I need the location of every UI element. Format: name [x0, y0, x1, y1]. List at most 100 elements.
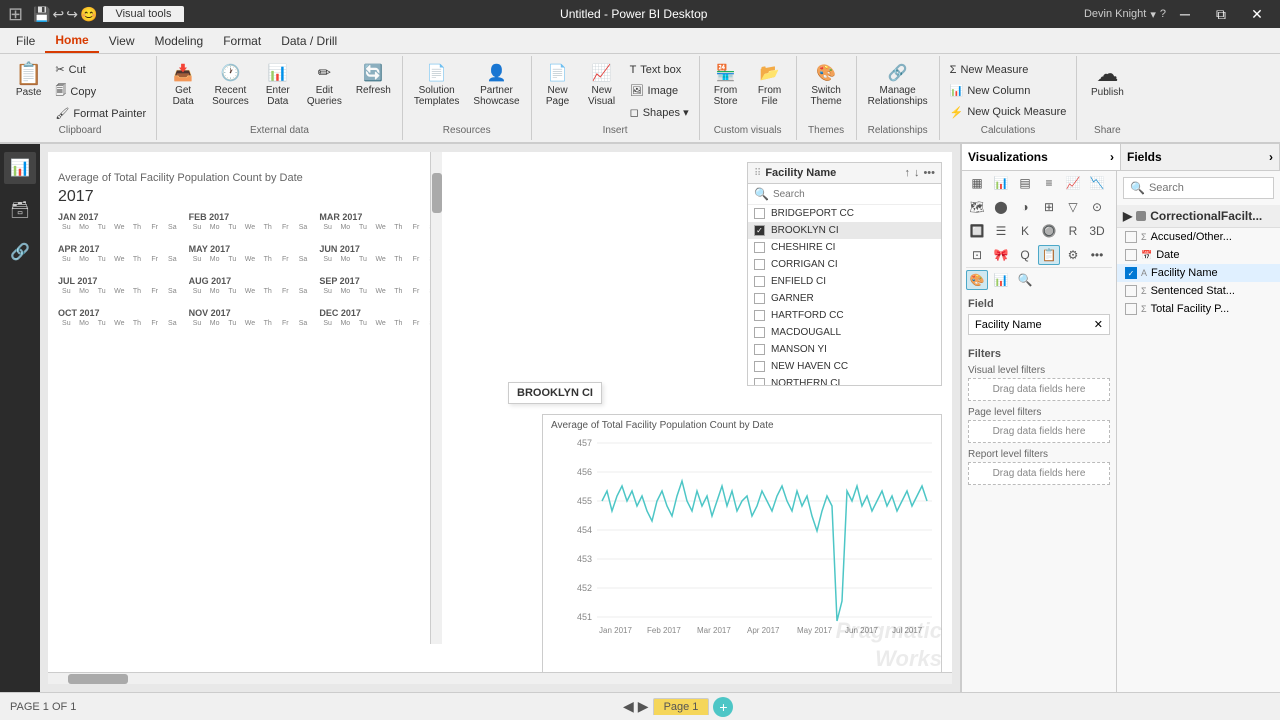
page-1-tab[interactable]: Page 1 — [653, 698, 710, 715]
tab-file[interactable]: File — [6, 30, 45, 52]
visual-tools-tab[interactable]: Visual tools — [103, 6, 183, 22]
slicer-item-hartford[interactable]: HARTFORD CC — [748, 307, 941, 324]
slicer-item-newhaven[interactable]: NEW HAVEN CC — [748, 358, 941, 375]
get-data-btn[interactable]: 📥 GetData — [163, 60, 203, 110]
slicer-search-input[interactable] — [773, 189, 935, 200]
slicer-sort-asc-icon[interactable]: ↑ — [904, 167, 910, 179]
manage-relationships-btn[interactable]: 🔗 ManageRelationships — [863, 60, 933, 110]
data-view-icon[interactable]: 🗃 — [4, 194, 36, 226]
new-page-btn[interactable]: 📄 NewPage — [538, 60, 578, 110]
viz-icon-stacked-bar[interactable]: ▤ — [1014, 173, 1036, 193]
viz-icon-line[interactable]: 📈 — [1062, 173, 1084, 193]
slicer-cb-newhaven[interactable] — [754, 361, 765, 372]
viz-icon-multirow[interactable]: ☰ — [990, 221, 1012, 241]
viz-icon-kpi[interactable]: K — [1014, 221, 1036, 241]
slicer-cb-manson[interactable] — [754, 344, 765, 355]
cut-btn[interactable]: ✂ Cut — [51, 61, 150, 78]
new-visual-btn[interactable]: 📈 NewVisual — [582, 60, 622, 110]
field-tree-root[interactable]: ▶ CorrectionalFacilt... — [1117, 205, 1280, 228]
slicer-cb-northern[interactable] — [754, 378, 765, 385]
slicer-cb-bridgeport[interactable] — [754, 208, 765, 219]
new-quick-measure-btn[interactable]: ⚡ New Quick Measure — [946, 104, 1071, 121]
report-view-icon[interactable]: 📊 — [4, 152, 36, 184]
facility-slicer[interactable]: ⠿ Facility Name ↑ ↓ ••• 🔍 — [747, 162, 942, 386]
calendar-scrollbar[interactable] — [430, 152, 442, 644]
viz-icon-pie[interactable]: ◑ — [1014, 197, 1036, 217]
emoji-icon[interactable]: 😊 — [80, 6, 97, 23]
format-painter-btn[interactable]: 🖌 Format Painter — [51, 105, 150, 122]
close-btn[interactable]: ✕ — [1242, 4, 1272, 24]
viz-icon-area[interactable]: 📉 — [1086, 173, 1108, 193]
viz-icon-funnel[interactable]: ▽ — [1062, 197, 1084, 217]
slicer-item-corrigan[interactable]: CORRIGAN CI — [748, 256, 941, 273]
visualizations-tab[interactable]: Visualizations › — [962, 144, 1121, 170]
field-item-sentenced[interactable]: Σ Sentenced Stat... — [1117, 282, 1280, 300]
viz-icon-slicer[interactable]: 🔘 — [1038, 221, 1060, 241]
slicer-item-brooklyn[interactable]: BROOKLYN CI — [748, 222, 941, 239]
slicer-cb-brooklyn[interactable] — [754, 225, 765, 236]
viz-icon-qna[interactable]: Q — [1014, 245, 1036, 265]
slicer-cb-garner[interactable] — [754, 293, 765, 304]
scroll-thumb[interactable] — [432, 173, 442, 213]
save-icon[interactable]: 💾 — [33, 6, 50, 23]
field-item-date[interactable]: 📅 Date — [1117, 246, 1280, 264]
relationships-view-icon[interactable]: 🔗 — [4, 236, 36, 268]
enter-data-btn[interactable]: 📊 EnterData — [258, 60, 298, 110]
edit-queries-btn[interactable]: ✏ EditQueries — [302, 60, 347, 110]
viz-icon-clustered-bar[interactable]: ≡ — [1038, 173, 1060, 193]
fields-tab[interactable]: Fields › — [1121, 144, 1280, 170]
solution-templates-btn[interactable]: 📄 SolutionTemplates — [409, 60, 465, 110]
viz-icon-ribbon[interactable]: 🎀 — [990, 245, 1012, 265]
field-cb-total-facility[interactable] — [1125, 303, 1137, 315]
slicer-item-manson[interactable]: MANSON YI — [748, 341, 941, 358]
redo-icon[interactable]: ↪ — [66, 6, 78, 23]
slicer-cb-hartford[interactable] — [754, 310, 765, 321]
h-scroll-thumb[interactable] — [68, 674, 128, 684]
tab-format[interactable]: Format — [213, 30, 271, 52]
viz-icon-custom2[interactable]: ⚙ — [1062, 245, 1084, 265]
shapes-btn[interactable]: ◻ Shapes ▾ — [626, 104, 693, 121]
slicer-item-northern[interactable]: NORTHERN CI — [748, 375, 941, 385]
viz-icon-map[interactable]: 🗺 — [966, 197, 988, 217]
recent-sources-btn[interactable]: 🕐 RecentSources — [207, 60, 254, 110]
field-clear-icon[interactable]: ✕ — [1094, 318, 1103, 331]
new-column-btn[interactable]: 📊 New Column — [946, 82, 1071, 99]
publish-btn[interactable]: ☁ Publish — [1086, 60, 1129, 101]
slicer-item-macdougall[interactable]: MACDOUGALL — [748, 324, 941, 341]
slicer-item-garner[interactable]: GARNER — [748, 290, 941, 307]
viz-icon-matrix[interactable]: R — [1062, 221, 1084, 241]
field-cb-date[interactable] — [1125, 249, 1137, 261]
help-icon[interactable]: ? — [1160, 8, 1166, 20]
viz-icon-treemap[interactable]: ⊞ — [1038, 197, 1060, 217]
slicer-cb-corrigan[interactable] — [754, 259, 765, 270]
viz-icon-bar[interactable]: 📊 — [990, 173, 1012, 193]
slicer-sort-desc-icon[interactable]: ↓ — [914, 167, 920, 179]
fields-tab-expand-icon[interactable]: › — [1269, 150, 1273, 164]
next-page-icon[interactable]: ▶ — [638, 698, 649, 715]
field-cb-sentenced[interactable] — [1125, 285, 1137, 297]
fields-search-input[interactable] — [1149, 182, 1267, 194]
slicer-cb-cheshire[interactable] — [754, 242, 765, 253]
undo-icon[interactable]: ↩ — [53, 6, 65, 23]
paste-btn[interactable]: 📋 Paste — [10, 60, 47, 101]
viz-icon-table[interactable]: ▦ — [966, 173, 988, 193]
viz-icon-scatter[interactable]: ⬤ — [990, 197, 1012, 217]
tab-data-drill[interactable]: Data / Drill — [271, 30, 347, 52]
viz-analytics-icon[interactable]: 📊 — [990, 270, 1012, 290]
refresh-btn[interactable]: 🔄 Refresh — [351, 60, 396, 99]
switch-theme-btn[interactable]: 🎨 SwitchTheme — [806, 60, 847, 110]
field-cb-accused[interactable] — [1125, 231, 1137, 243]
prev-page-icon[interactable]: ◀ — [623, 698, 634, 715]
viz-icon-gauge[interactable]: ⊙ — [1086, 197, 1108, 217]
viz-icon-waterfall[interactable]: ⊡ — [966, 245, 988, 265]
field-item-accused[interactable]: Σ Accused/Other... — [1117, 228, 1280, 246]
viz-icon-card[interactable]: 🔲 — [966, 221, 988, 241]
field-item-total-facility[interactable]: Σ Total Facility P... — [1117, 300, 1280, 318]
from-file-btn[interactable]: 📂 FromFile — [750, 60, 790, 110]
calendar-visual[interactable]: Average of Total Facility Population Cou… — [58, 172, 442, 644]
slicer-item-bridgeport[interactable]: BRIDGEPORT CC — [748, 205, 941, 222]
text-box-btn[interactable]: T Text box — [626, 62, 693, 78]
viz-icon-3d[interactable]: 3D — [1086, 221, 1108, 241]
new-measure-btn[interactable]: Σ New Measure — [946, 62, 1071, 78]
slicer-item-enfield[interactable]: ENFIELD CI — [748, 273, 941, 290]
